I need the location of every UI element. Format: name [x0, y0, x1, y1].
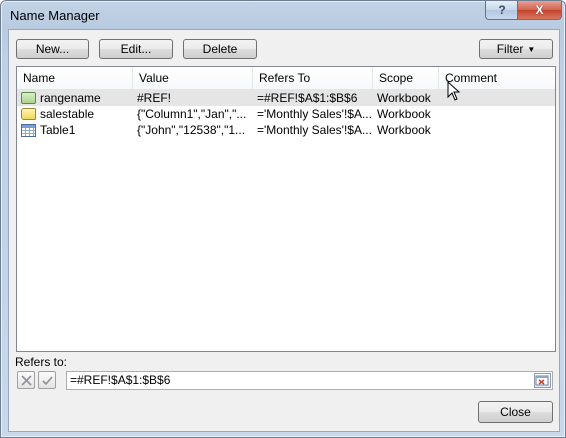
row-name-cell: salestable	[17, 106, 133, 122]
row-name-cell: rangename	[17, 90, 133, 106]
column-header-name[interactable]: Name	[17, 67, 133, 89]
cancel-x-icon	[20, 374, 32, 386]
row-value: {"John","12538","1...	[137, 123, 246, 137]
named-range-icon	[21, 92, 36, 104]
refers-to-label: Refers to:	[15, 355, 68, 369]
title-bar[interactable]: Name Manager ? X	[1, 1, 565, 29]
dialog-title: Name Manager	[10, 8, 100, 23]
row-value: #REF!	[137, 91, 172, 105]
named-constant-icon	[21, 108, 36, 120]
cancel-edit-button[interactable]	[17, 371, 35, 389]
delete-button-label: Delete	[202, 42, 238, 56]
column-header-refers-to[interactable]: Refers To	[253, 67, 373, 89]
refers-to-value: =#REF!$A$1:$B$6	[70, 373, 171, 387]
help-button[interactable]: ?	[485, 1, 519, 20]
names-list[interactable]: Name Value Refers To Scope Comment range…	[16, 66, 556, 352]
row-name: salestable	[40, 107, 95, 121]
collapse-dialog-button[interactable]	[534, 373, 551, 388]
dropdown-arrow-icon: ▼	[527, 44, 536, 54]
row-name: rangename	[40, 91, 101, 105]
row-value: {"Column1","Jan","...	[137, 107, 247, 121]
row-scope: Workbook	[377, 107, 431, 121]
new-button-label: New...	[35, 42, 70, 56]
row-refers-to: =#REF!$A$1:$B$6	[257, 91, 358, 105]
column-header-scope[interactable]: Scope	[373, 67, 439, 89]
new-button[interactable]: New...	[16, 39, 89, 59]
row-refers-to: ='Monthly Sales'!$A...	[257, 123, 372, 137]
close-window-button[interactable]: X	[517, 1, 562, 20]
refers-to-input[interactable]: =#REF!$A$1:$B$6	[66, 371, 553, 390]
checkmark-icon	[41, 375, 53, 385]
table-icon	[21, 123, 36, 137]
filter-button[interactable]: Filter ▼	[479, 39, 553, 59]
table-row[interactable]: Table1 {"John","12538","1... ='Monthly S…	[17, 122, 555, 138]
list-header: Name Value Refers To Scope Comment	[17, 67, 555, 90]
edit-button[interactable]: Edit...	[99, 39, 173, 59]
table-row[interactable]: rangename #REF! =#REF!$A$1:$B$6 Workbook	[17, 90, 555, 106]
mouse-pointer-icon	[447, 81, 461, 101]
row-name: Table1	[40, 123, 76, 137]
table-row[interactable]: salestable {"Column1","Jan","... ='Month…	[17, 106, 555, 122]
name-manager-dialog: Name Manager ? X New... Edit... Delete F…	[0, 0, 566, 438]
row-name-cell: Table1	[17, 122, 133, 138]
close-button-label: Close	[500, 405, 531, 419]
edit-button-label: Edit...	[120, 42, 152, 56]
range-select-icon	[535, 375, 549, 386]
commit-edit-button[interactable]	[38, 371, 56, 389]
delete-button[interactable]: Delete	[183, 39, 257, 59]
filter-button-label: Filter	[496, 42, 524, 56]
row-scope: Workbook	[377, 123, 431, 137]
row-refers-to: ='Monthly Sales'!$A...	[257, 107, 372, 121]
close-button[interactable]: Close	[478, 401, 553, 423]
row-scope: Workbook	[377, 91, 431, 105]
column-header-value[interactable]: Value	[133, 67, 253, 89]
dialog-body: New... Edit... Delete Filter ▼ Name Valu…	[8, 29, 560, 432]
